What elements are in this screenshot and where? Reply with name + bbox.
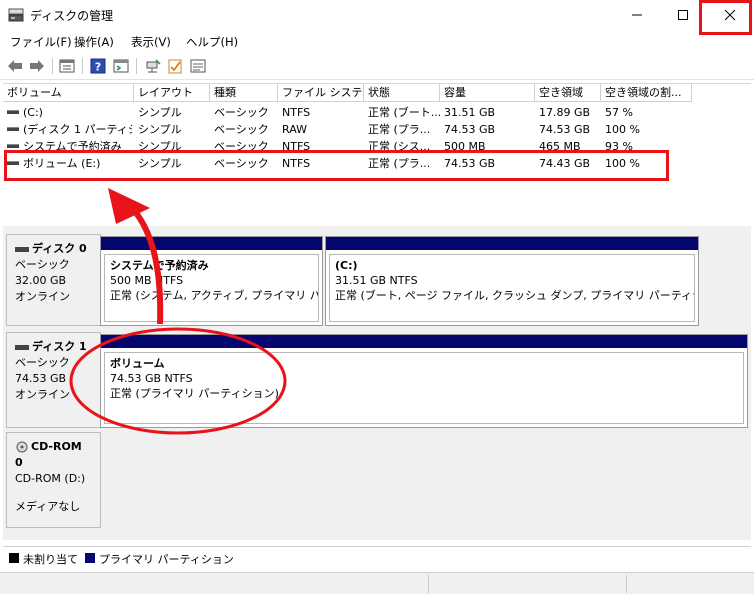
- annotation-overlay: [69, 188, 287, 435]
- annotation-ellipse: [69, 327, 287, 435]
- annotation-arrow-shaft: [122, 197, 164, 325]
- annotation-arrow-head: [108, 188, 150, 224]
